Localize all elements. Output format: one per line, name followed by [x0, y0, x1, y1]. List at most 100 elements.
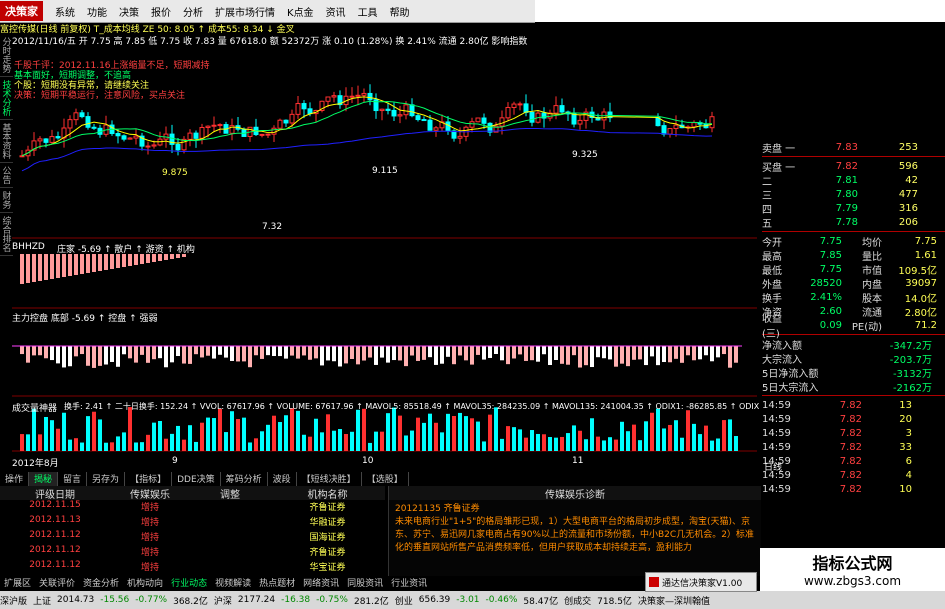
bottom-tab-0[interactable]: 操作 [0, 472, 30, 486]
table-cell [190, 515, 270, 530]
ext-tab-1[interactable]: 关联评价 [35, 576, 79, 589]
indicator-1-bar [86, 254, 90, 273]
table-row[interactable]: 2012.11.12 增持 华宝证券 [0, 560, 385, 575]
left-tab-3[interactable]: 公告 [0, 163, 13, 188]
bottom-tab-2[interactable]: 留言 [58, 472, 88, 486]
left-tab-0[interactable]: 分时走势 [0, 34, 13, 77]
candle-body [379, 108, 385, 112]
bottom-tab-7[interactable]: 波段 [268, 472, 297, 486]
bottom-tab-4[interactable]: 【指标】 [125, 472, 173, 486]
bottom-tab-5[interactable]: DDE决策 [172, 472, 221, 486]
menu-item-6[interactable]: K点金 [287, 8, 314, 19]
volume-bar [686, 410, 690, 451]
candle-body [553, 105, 559, 114]
indicator-2-bar [386, 346, 390, 363]
candle-body [67, 119, 73, 129]
volume-bar [518, 429, 522, 451]
indicator-2-bar [158, 346, 162, 359]
bottom-tab-1[interactable]: 揭秘 [29, 472, 59, 486]
ext-tab-8[interactable]: 同股资讯 [343, 576, 387, 589]
stat-row: 收益(三) 0.09 PE(动) 71.2 [762, 314, 945, 340]
volume-bar [596, 436, 600, 451]
left-tab-4[interactable]: 财务 [0, 188, 13, 213]
indicator-1-values: 庄家 -5.69 ↑ 散户 ↑ 游资 ↑ 机构 [57, 245, 195, 255]
indicator-2-bar [596, 346, 600, 358]
bottom-tab-8[interactable]: 【短线决胜】 [297, 472, 362, 486]
left-tab-1[interactable]: 技术分析 [0, 77, 13, 120]
buy-label: 五 [762, 218, 772, 230]
candle-body [277, 119, 283, 129]
taskbar-popup[interactable]: 通达信决策家V1.00 [645, 572, 757, 592]
candle-body [529, 111, 535, 123]
tick-row: 14:59 7.82 4 [762, 468, 945, 482]
volume-bar [182, 439, 186, 451]
price-label-3: 7.32 [262, 222, 283, 232]
indicator-2-bar [584, 346, 588, 366]
indicator-2-bar [578, 346, 582, 368]
diagnosis-panel: 传媒娱乐诊断 20121135 齐鲁证券 未来电商行业"1+5"的格局雏形已现，… [388, 486, 761, 576]
indicator-1-bar [98, 254, 102, 271]
candle-body [469, 121, 475, 128]
volume-bar [170, 433, 174, 451]
table-row[interactable]: 2012.11.12 增持 国海证券 [0, 530, 385, 545]
candle-body [49, 136, 55, 143]
menu-item-9[interactable]: 帮助 [390, 8, 410, 19]
tick-vol: 20 [899, 413, 912, 425]
left-tab-5[interactable]: 综合排名 [0, 213, 13, 256]
buy-price: 7.78 [835, 216, 858, 228]
candle-body [85, 116, 91, 128]
ext-tab-3[interactable]: 机构动向 [123, 576, 167, 589]
volume-bar [296, 410, 300, 451]
ext-tab-4[interactable]: 行业动态 [167, 576, 211, 589]
volume-bar [548, 437, 552, 451]
menu-item-4[interactable]: 分析 [183, 8, 203, 19]
ext-tab-2[interactable]: 资金分析 [79, 576, 123, 589]
volume-bar [290, 408, 294, 451]
side-tab-daily[interactable]: 日线 [764, 460, 782, 473]
menu-item-2[interactable]: 决策 [119, 8, 139, 19]
candle-body [673, 124, 679, 130]
indicator-1-name[interactable]: BHHZD [12, 242, 45, 252]
app-window: 决策家 系统 功能 决策 报价 分析 扩展市场行情 K点金 资讯 工具 帮助 富控传媒(日线 前复… [0, 0, 945, 609]
menu-item-1[interactable]: 功能 [87, 8, 107, 19]
indicator-2-bar [44, 346, 48, 359]
volume-bar [356, 409, 360, 451]
bottom-tab-6[interactable]: 筹码分析 [221, 472, 268, 486]
volume-bar [560, 436, 564, 451]
left-tab-2[interactable]: 基本资料 [0, 120, 13, 163]
menu-item-0[interactable]: 系统 [55, 8, 75, 19]
ma-line-mid [21, 100, 713, 157]
volume-bar [398, 415, 402, 451]
table-row[interactable]: 2012.11.13 增持 华融证券 [0, 515, 385, 530]
table-cell: 2012.11.12 [29, 545, 81, 555]
table-row[interactable]: 2012.11.12 增持 齐鲁证券 [0, 545, 385, 560]
ext-tab-0[interactable]: 扩展区 [0, 576, 35, 589]
ext-tab-5[interactable]: 视频解读 [211, 576, 255, 589]
stat-key2: 量比 [862, 251, 882, 263]
indicator-3-name[interactable]: 成交量神器 [12, 401, 57, 414]
menu-item-3[interactable]: 报价 [151, 8, 171, 19]
indicator-2-bar [644, 346, 648, 366]
candle-body [73, 112, 79, 121]
indicator-1-bar [26, 254, 30, 283]
indicator-2-bar [626, 346, 630, 367]
volume-bar [578, 430, 582, 451]
indicator-2-bar [728, 346, 732, 368]
table-row[interactable]: 2012.11.15 增持 齐鲁证券 [0, 500, 385, 515]
tick-time: 14:59 [762, 413, 791, 425]
menu-item-8[interactable]: 工具 [358, 8, 378, 19]
buy-label: 二 [762, 176, 772, 188]
status-item-8: -16.38 [281, 595, 311, 605]
indicator-2-bar [344, 346, 348, 364]
diagnosis-text: 未来电商行业"1+5"的格局雏形已现，1）大型电商平台的格局初步成型，淘宝(天猫… [395, 517, 754, 553]
volume-bar [80, 442, 84, 451]
bottom-tab-9[interactable]: 【选股】 [362, 472, 409, 486]
chart-area[interactable]: 千股千评：2012.11.16上涨缩量不足，短期减持 基本面好，短期调整，不追高… [12, 46, 759, 469]
stat-key2: 流通 [862, 307, 882, 319]
ext-tab-6[interactable]: 热点题材 [255, 576, 299, 589]
menu-item-5[interactable]: 扩展市场行情 [215, 8, 275, 19]
bottom-tab-3[interactable]: 另存为 [87, 472, 126, 486]
ext-tab-9[interactable]: 行业资讯 [387, 576, 431, 589]
menu-item-7[interactable]: 资讯 [326, 8, 346, 19]
ext-tab-7[interactable]: 网络资讯 [299, 576, 343, 589]
